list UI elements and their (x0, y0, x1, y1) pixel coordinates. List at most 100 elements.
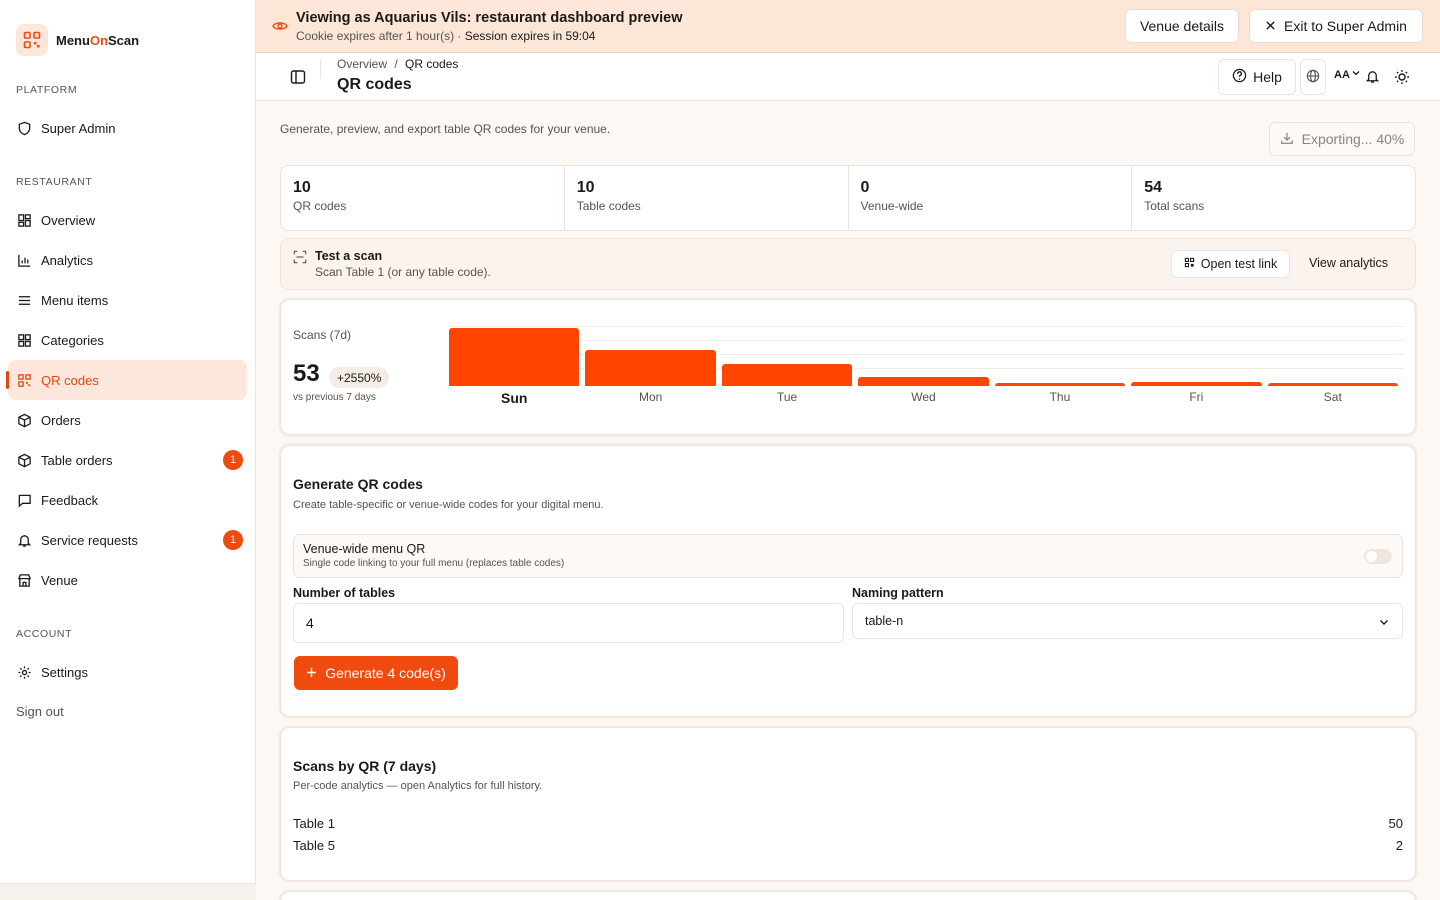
chart-tick-label: Tue (776, 390, 798, 404)
stat-venue-wide: 0 Venue-wide (849, 166, 1133, 230)
stat-table-codes: 10 Table codes (565, 166, 849, 230)
chart-tick-label: Thu (1049, 390, 1071, 404)
sidebar-item-label: Menu items (41, 292, 109, 308)
open-test-link-button[interactable]: Open test link (1171, 250, 1290, 278)
breadcrumb-current: QR codes (405, 57, 459, 71)
qr-icon (1184, 257, 1195, 271)
chart-bar-wed[interactable] (858, 377, 989, 386)
scans-total: 53 (293, 360, 320, 387)
chart-tick-label: Wed (911, 390, 936, 404)
chart-bar-sun[interactable] (449, 328, 580, 386)
section-label-account: ACCOUNT (16, 628, 73, 640)
shield-icon (16, 120, 32, 136)
sidebar-item-venue[interactable]: Venue (8, 560, 247, 600)
bell-icon (16, 532, 32, 548)
close-icon (1265, 18, 1276, 34)
tables-label: Number of tables (293, 586, 396, 600)
view-analytics-link[interactable]: View analytics (1309, 256, 1388, 270)
scans-change-badge: +2550% (329, 367, 390, 388)
sidebar-item-overview[interactable]: Overview (8, 200, 247, 240)
help-circle-icon (1232, 68, 1247, 86)
chart-bar-fri[interactable] (1131, 381, 1262, 386)
impersonation-banner: Viewing as Aquarius Vils: restaurant das… (256, 0, 1440, 53)
generate-subtitle: Create table-specific or venue-wide code… (293, 499, 604, 511)
list-item: Table 52 (293, 838, 1403, 853)
chart-tick-label: Mon (638, 390, 663, 404)
sidebar-item-categories[interactable]: Categories (8, 320, 247, 360)
sidebar-item-table-orders[interactable]: Table orders 1 (8, 440, 247, 480)
divider (320, 59, 321, 79)
stats-row: 10 QR codes 10 Table codes 0 Venue-wide 54 T… (280, 165, 1416, 231)
sidebar-item-analytics[interactable]: Analytics (8, 240, 247, 280)
sidebar-item-label: Super Admin (41, 120, 116, 136)
sidebar-item-qr-codes[interactable]: QR codes (6, 360, 247, 400)
store-icon (16, 572, 32, 588)
test-scan-subtitle: Scan Table 1 (or any table code). (315, 265, 491, 279)
scans-by-qr-title: Scans by QR (7 days) (293, 758, 437, 774)
sun-icon[interactable] (1394, 69, 1410, 88)
scans-label: Scans (7d) (293, 328, 352, 342)
sidebar-item-feedback[interactable]: Feedback (8, 480, 247, 520)
sidebar-item-service-requests[interactable]: Service requests 1 (8, 520, 247, 560)
sidebar-item-menu-items[interactable]: Menu items (8, 280, 247, 320)
sidebar-footer (0, 883, 256, 900)
sidebar: MenuOnScan PLATFORM Super Admin RESTAURA… (0, 0, 256, 900)
chart-bar-mon[interactable] (585, 349, 716, 386)
help-button[interactable]: Help (1218, 59, 1296, 95)
venue-details-button[interactable]: Venue details (1125, 9, 1239, 43)
plus-icon (306, 665, 317, 681)
chart-tick-label: Sun (500, 390, 528, 406)
generate-codes-button[interactable]: Generate 4 code(s) (294, 656, 458, 690)
breadcrumb-overview[interactable]: Overview (337, 57, 387, 71)
exit-super-admin-button[interactable]: Exit to Super Admin (1249, 9, 1423, 43)
chart-bar-tue[interactable] (721, 364, 853, 386)
test-scan-panel: Test a scan Scan Table 1 (or any table c… (280, 238, 1416, 290)
box-icon (16, 452, 32, 468)
number-of-tables-input[interactable]: 4 (293, 603, 844, 643)
bell-icon[interactable] (1365, 69, 1380, 87)
sidebar-item-label: Venue (41, 572, 78, 588)
font-size-button[interactable]: AA (1334, 68, 1361, 81)
scans-by-qr-subtitle: Per-code analytics — open Analytics for … (293, 780, 543, 792)
sidebar-item-label: Analytics (41, 252, 94, 268)
scans-chart-card: Scans (7d) 53 +2550% vs previous 7 days … (280, 299, 1416, 435)
pattern-label: Naming pattern (852, 586, 944, 600)
badge-count: 1 (223, 450, 243, 470)
language-button[interactable] (1300, 59, 1326, 95)
scans-by-qr-card: Scans by QR (7 days) Per-code analytics … (280, 727, 1416, 881)
banner-subtitle: Cookie expires after 1 hour(s) · Session… (296, 29, 596, 43)
grid-icon (16, 212, 32, 228)
venue-wide-title: Venue-wide menu QR (303, 542, 426, 556)
chart-bar-sat[interactable] (1267, 383, 1398, 386)
list-icon (16, 292, 32, 308)
sidebar-item-super-admin[interactable]: Super Admin (8, 108, 247, 148)
section-label-restaurant: RESTAURANT (16, 176, 93, 188)
test-scan-title: Test a scan (315, 249, 383, 263)
venue-wide-toggle[interactable] (1364, 549, 1392, 564)
chart-bar-thu[interactable] (994, 383, 1126, 386)
download-icon (1280, 131, 1294, 148)
bar-chart-icon (16, 252, 32, 268)
sidebar-toggle-icon[interactable] (290, 69, 306, 88)
sidebar-item-label: Settings (41, 664, 88, 680)
stat-qr-codes: 10 QR codes (281, 166, 565, 230)
stat-total-scans: 54 Total scans (1144, 179, 1205, 213)
venue-wide-subtitle: Single code linking to your full menu (r… (303, 558, 565, 569)
next-card (280, 891, 1416, 900)
sign-out-link[interactable]: Sign out (16, 704, 64, 719)
page-description: Generate, preview, and export table QR c… (280, 122, 611, 136)
brand[interactable]: MenuOnScan (0, 0, 255, 64)
eye-icon (272, 18, 288, 37)
top-bar: Overview / QR codes QR codes Help AA (256, 53, 1440, 101)
generate-title: Generate QR codes (293, 476, 423, 492)
box-icon (16, 412, 32, 428)
chevron-down-icon (1378, 616, 1390, 631)
naming-pattern-select[interactable]: table-n (852, 603, 1403, 639)
sidebar-item-settings[interactable]: Settings (8, 652, 247, 692)
sidebar-item-orders[interactable]: Orders (8, 400, 247, 440)
sidebar-item-label: Table orders (41, 452, 113, 468)
scans-bar-chart: Sun Mon Tue Wed Thu Fri Sat (449, 326, 1404, 416)
gear-icon (16, 664, 32, 680)
export-button[interactable]: Exporting... 40% (1269, 122, 1415, 156)
sidebar-item-label: Orders (41, 412, 81, 428)
